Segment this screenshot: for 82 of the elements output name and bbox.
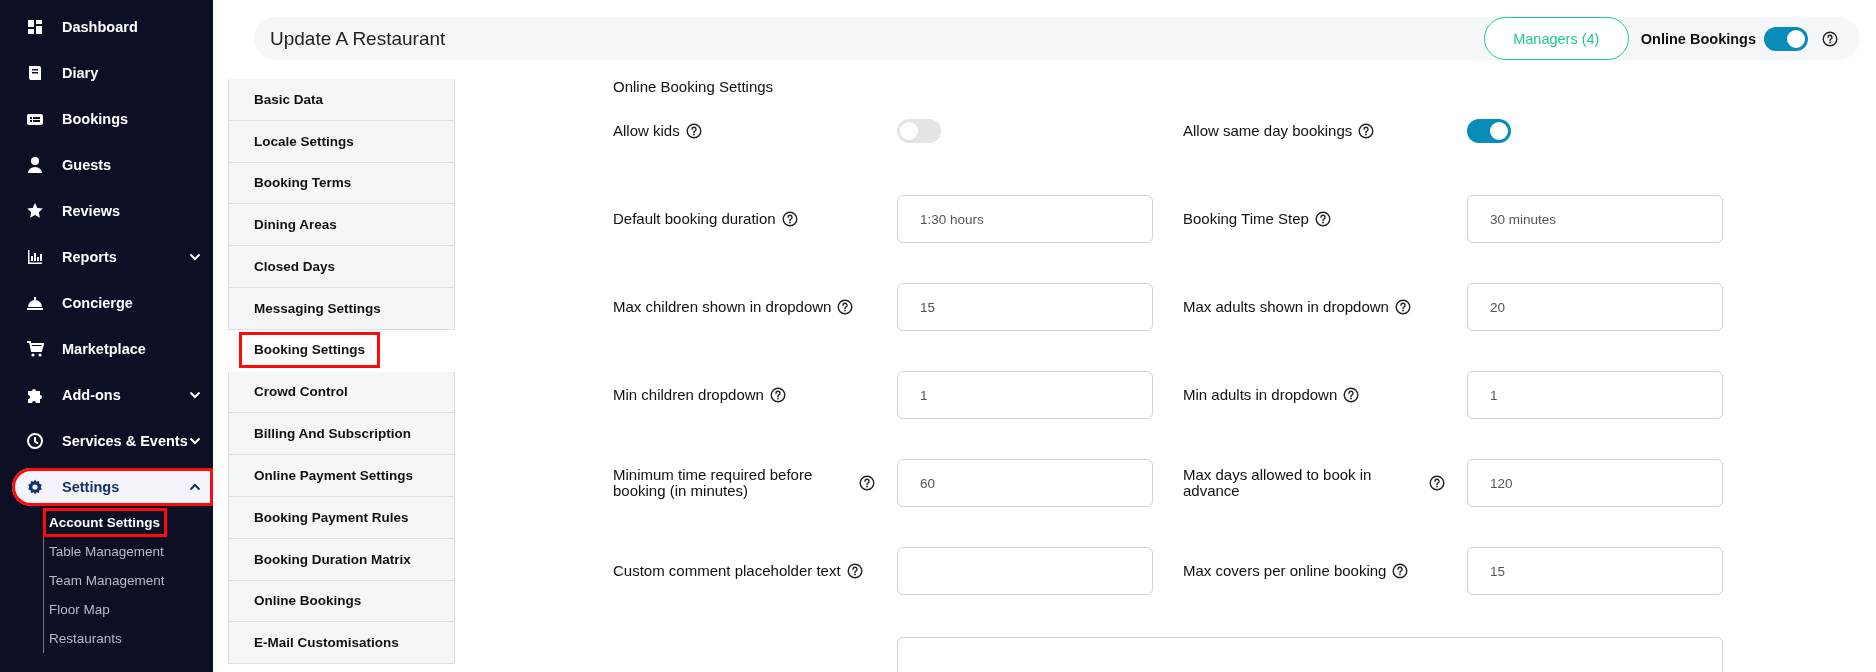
toggle-switch[interactable] xyxy=(1467,119,1511,143)
input-field[interactable]: 120 xyxy=(1467,459,1723,507)
settings-tab[interactable]: Booking Payment Rules xyxy=(228,496,455,539)
settings-tab[interactable]: Messaging Settings xyxy=(228,288,455,330)
settings-tab[interactable]: Billing And Subscription xyxy=(228,413,455,456)
input-field[interactable]: 1 xyxy=(897,371,1153,419)
input-field[interactable]: 15 xyxy=(1467,547,1723,595)
submenu-item[interactable]: Floor Map xyxy=(43,595,117,624)
help-icon[interactable] xyxy=(1394,299,1411,315)
submenu-item[interactable]: Account Settings xyxy=(43,508,167,537)
menu-icon xyxy=(26,386,44,404)
toggle-switch[interactable] xyxy=(897,119,941,143)
submenu-item[interactable]: Team Management xyxy=(43,566,172,595)
field-label: Min adults in dropdown xyxy=(1183,387,1338,403)
field-label: Default booking duration xyxy=(613,211,776,227)
help-icon[interactable] xyxy=(1429,475,1445,491)
settings-tab[interactable]: Dining Areas xyxy=(228,204,455,247)
settings-tab[interactable]: Crowd Control xyxy=(228,371,455,414)
settings-tab[interactable]: Locale Settings xyxy=(228,120,455,163)
help-icon[interactable] xyxy=(837,299,854,315)
online-bookings-label: Online Bookings xyxy=(1640,30,1756,47)
settings-tab[interactable]: Booking Duration Matrix xyxy=(228,538,455,581)
section-heading: Online Booking Settings xyxy=(613,77,775,97)
menu-icon xyxy=(26,340,44,358)
field-label: Max covers per online booking xyxy=(1183,563,1387,579)
field-label: Max children shown in dropdown xyxy=(613,299,832,315)
input-field[interactable]: 30 minutes xyxy=(1467,195,1723,243)
help-icon[interactable] xyxy=(1358,123,1375,139)
field-label: Allow same day bookings xyxy=(1183,123,1353,139)
online-bookings-toggle[interactable] xyxy=(1764,26,1808,51)
help-icon[interactable] xyxy=(859,475,875,491)
input-field[interactable]: 1:30 hours xyxy=(897,195,1153,243)
sidebar-item[interactable]: Settings xyxy=(12,468,213,506)
submenu-item[interactable]: Table Management xyxy=(43,537,171,566)
help-icon[interactable] xyxy=(781,211,798,227)
sidebar-item[interactable]: Bookings xyxy=(0,96,213,142)
sidebar-item[interactable]: Reviews xyxy=(0,188,213,234)
menu-icon xyxy=(26,64,44,82)
page-title: Update A Restaurant xyxy=(270,27,447,50)
sidebar-item[interactable]: Reports xyxy=(0,234,213,280)
menu-icon xyxy=(26,432,44,450)
input-field[interactable]: 20 xyxy=(1467,283,1723,331)
input-field[interactable]: 60 xyxy=(897,459,1153,507)
settings-tab[interactable]: Online Payment Settings xyxy=(228,455,455,497)
field-label: Max adults shown in dropdown xyxy=(1183,299,1389,315)
help-icon[interactable] xyxy=(1822,30,1838,47)
settings-tab[interactable]: E-Mail Customisations xyxy=(228,622,455,665)
input-field[interactable] xyxy=(897,547,1153,595)
settings-tab[interactable]: Closed Days xyxy=(228,246,455,288)
sidebar-item[interactable]: Guests xyxy=(0,142,213,188)
help-icon[interactable] xyxy=(1343,387,1360,403)
sidebar-item[interactable]: Add-ons xyxy=(0,372,213,418)
sidebar-item[interactable]: Marketplace xyxy=(0,326,213,372)
help-icon[interactable] xyxy=(685,123,702,139)
field-label: Min children dropdown xyxy=(613,387,764,403)
settings-tab[interactable]: Online Bookings xyxy=(228,580,455,623)
menu-icon xyxy=(26,478,44,496)
sidebar-item[interactable]: Dashboard xyxy=(0,4,213,50)
submenu-item[interactable]: Restaurants xyxy=(43,624,129,653)
input-field[interactable] xyxy=(897,637,1723,672)
menu-icon xyxy=(26,294,44,312)
sidebar-item[interactable]: Concierge xyxy=(0,280,213,326)
settings-tab[interactable]: Basic Data xyxy=(228,79,455,121)
settings-tab[interactable]: Booking Terms xyxy=(228,162,455,205)
field-label: Custom comment placeholder text xyxy=(613,563,841,579)
field-label: Max days allowed to book in advance xyxy=(1183,467,1373,499)
sidebar-item[interactable]: Services & Events xyxy=(0,418,213,464)
menu-icon xyxy=(26,202,44,220)
sidebar-item[interactable]: Diary xyxy=(0,50,213,96)
input-field[interactable]: 1 xyxy=(1467,371,1723,419)
chevron-icon[interactable] xyxy=(189,483,201,491)
help-icon[interactable] xyxy=(769,387,786,403)
help-icon[interactable] xyxy=(846,563,863,579)
field-label: Booking Time Step xyxy=(1183,211,1309,227)
help-icon[interactable] xyxy=(1392,563,1409,579)
help-icon[interactable] xyxy=(1314,211,1331,227)
menu-icon xyxy=(26,156,44,174)
menu-icon xyxy=(26,248,44,266)
menu-icon xyxy=(26,18,44,36)
input-field[interactable]: 15 xyxy=(897,283,1153,331)
field-label: Minimum time required before booking (in minutes) xyxy=(613,467,814,499)
field-label: Allow kids xyxy=(613,123,680,139)
